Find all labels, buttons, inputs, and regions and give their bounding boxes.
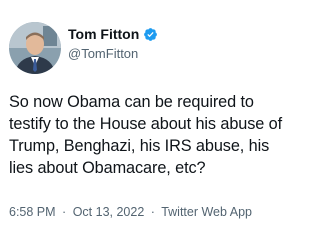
tweet-card: Tom Fitton @TomFitton So now Obama can b… — [0, 0, 300, 250]
tweet-source: Twitter Web App — [161, 205, 252, 219]
tweet-text: So now Obama can be required to testify … — [9, 93, 287, 177]
author-name[interactable]: Tom Fitton — [68, 26, 139, 42]
tweet-date[interactable]: Oct 13, 2022 — [73, 205, 145, 219]
author-handle[interactable]: @TomFitton — [68, 46, 288, 61]
author-name-row: Tom Fitton — [68, 25, 288, 43]
avatar-photo — [9, 22, 61, 74]
tweet-meta: 6:58 PM · Oct 13, 2022 · Twitter Web App — [9, 205, 252, 219]
meta-separator: · — [150, 205, 155, 219]
avatar[interactable] — [9, 22, 61, 74]
meta-separator: · — [62, 205, 67, 219]
tweet-time[interactable]: 6:58 PM — [9, 205, 56, 219]
verified-badge-icon — [143, 27, 158, 42]
author-block: Tom Fitton @TomFitton — [68, 25, 288, 61]
